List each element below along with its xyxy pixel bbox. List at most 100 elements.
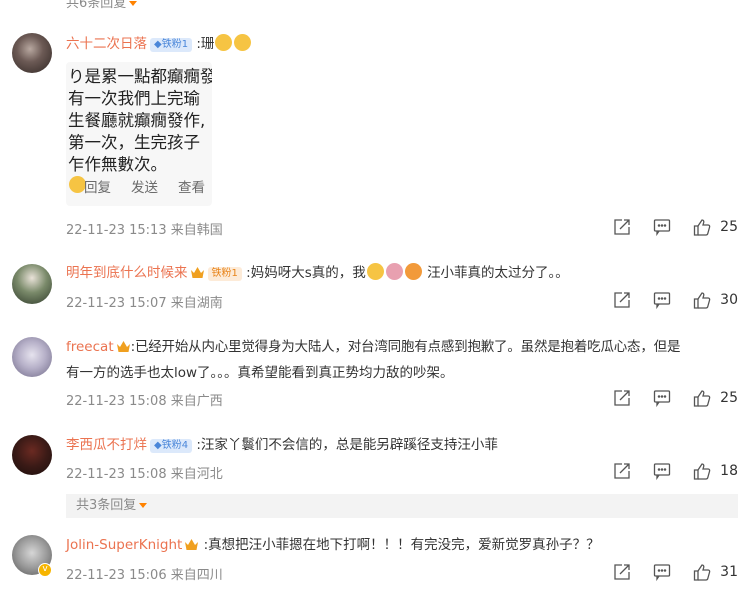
share-button[interactable] <box>612 461 632 481</box>
sad-emoji-icon <box>366 263 384 280</box>
comment-icon <box>654 463 671 481</box>
comment-button[interactable] <box>652 290 672 310</box>
chevron-down-icon <box>139 503 148 508</box>
comment-button[interactable] <box>652 562 672 582</box>
quoted-line: 有一次我們上完瑜 <box>68 89 200 108</box>
like-count: 25 <box>720 219 738 235</box>
comment-text: 汪小菲真的太过分了。。 <box>427 265 569 281</box>
comment-body: 六十二次日落 ◆铁粉1 :珊 <box>66 33 738 55</box>
username-link[interactable]: 六十二次日落 <box>66 36 147 52</box>
comment-button[interactable] <box>652 461 672 481</box>
username-link[interactable]: freecat <box>66 339 114 355</box>
top-more-replies-link[interactable]: 共6条回复 <box>66 0 138 11</box>
comment-actions: 30 <box>592 290 738 310</box>
comment-meta: 22-11-23 15:06 来自四川 <box>66 568 223 583</box>
comment-icon <box>654 292 671 310</box>
quoted-view-label: 查看 <box>178 180 205 196</box>
username-link[interactable]: 明年到底什么时候来 <box>66 265 188 281</box>
diamond-icon: ◆ <box>154 440 162 451</box>
fan-badge-label: 铁粉1 <box>211 268 238 279</box>
quoted-line: 第一次，生完孩子 <box>68 133 200 152</box>
like-icon <box>694 463 711 480</box>
angry-emoji-icon <box>404 263 422 280</box>
chevron-down-icon <box>129 1 138 6</box>
avatar[interactable] <box>12 264 52 304</box>
fan-badge-label: 铁粉4 <box>161 440 189 451</box>
fan-badge[interactable]: 铁粉1 <box>207 267 242 281</box>
like-icon <box>694 219 711 236</box>
like-button[interactable]: 31 <box>692 562 738 582</box>
more-replies-link[interactable]: 共3条回复 <box>66 494 738 518</box>
comment-actions: 31 <box>592 562 738 582</box>
fan-badge[interactable]: ◆铁粉1 <box>150 38 193 52</box>
share-button[interactable] <box>612 388 632 408</box>
more-replies-label: 共3条回复 <box>76 498 137 513</box>
comment-actions: 18 <box>592 461 738 481</box>
comment-text: :汪家丫鬟们不会信的，总是能另辟蹊径支持汪小菲 <box>196 437 498 453</box>
crown-icon <box>116 341 130 352</box>
avatar[interactable] <box>12 435 52 475</box>
pleading-face-emoji-icon <box>234 34 252 51</box>
share-icon <box>614 292 630 308</box>
comment-button[interactable] <box>652 217 672 237</box>
username-link[interactable]: Jolin-SuperKnight <box>66 537 182 553</box>
comment-text: :妈妈呀大s真的，我 <box>246 265 366 281</box>
like-icon <box>694 292 711 309</box>
avatar[interactable] <box>12 337 52 377</box>
comment-body: 李西瓜不打烊 ◆铁粉4 :汪家丫鬟们不会信的，总是能另辟蹊径支持汪小菲 <box>66 434 738 456</box>
like-icon <box>694 390 711 407</box>
crying-emoji-icon <box>385 263 403 280</box>
like-count: 18 <box>720 463 738 479</box>
like-count: 25 <box>720 390 738 406</box>
share-button[interactable] <box>612 217 632 237</box>
quoted-line-text: 乍作無數次。 <box>68 155 167 174</box>
like-button[interactable]: 25 <box>692 388 738 408</box>
comment-icon <box>654 219 671 237</box>
comment-icon <box>654 564 671 582</box>
quoted-reply-label: 回复 <box>84 180 111 196</box>
comment-text-line: :已经开始从内心里觉得身为大陆人，对台湾同胞有点感到抱歉了。虽然是抱着吃瓜心态，… <box>130 339 681 355</box>
share-button[interactable] <box>612 290 632 310</box>
fan-badge[interactable]: ◆铁粉4 <box>150 439 193 453</box>
like-count: 31 <box>720 564 738 580</box>
comment-body: freecat :已经开始从内心里觉得身为大陆人，对台湾同胞有点感到抱歉了。虽然是… <box>66 336 738 384</box>
comment-text-line: 有一方的选手也太low了。。。真希望能看到真正势均力敌的吵架。 <box>66 365 454 381</box>
quoted-text: り是累一點都癲癇發 有一次我們上完瑜 生餐廳就癲癇發作, 第一次，生完孩子 乍作… <box>66 66 212 193</box>
like-button[interactable]: 25 <box>692 217 738 237</box>
share-icon <box>614 463 630 479</box>
quoted-line: り是累一點都癲癇發 <box>68 67 212 86</box>
comment-icon <box>654 390 671 408</box>
share-icon <box>614 390 630 406</box>
comment-meta: 22-11-23 15:07 来自湖南 <box>66 296 223 311</box>
share-icon <box>614 219 630 235</box>
comment-body: 明年到底什么时候来 铁粉1 :妈妈呀大s真的，我 汪小菲真的太过分了。。 <box>66 262 738 284</box>
comment-actions: 25 <box>592 217 738 237</box>
share-button[interactable] <box>612 562 632 582</box>
comment-button[interactable] <box>652 388 672 408</box>
comment-meta: 22-11-23 15:13 来自韩国 <box>66 223 223 238</box>
comment-body: Jolin-SuperKnight :真想把汪小菲摁在地下打啊！！！有完没完，爱… <box>66 534 738 556</box>
quoted-actions: 回复 发送 查看 <box>84 176 212 196</box>
fan-badge-label: 铁粉1 <box>161 39 189 50</box>
top-more-replies-label: 共6条回复 <box>66 0 127 11</box>
comment-meta: 22-11-23 15:08 来自广西 <box>66 394 223 409</box>
crown-icon <box>185 539 199 550</box>
quoted-line: 生餐廳就癲癇發作, <box>68 111 206 130</box>
share-icon <box>614 564 630 580</box>
crown-icon <box>190 267 204 278</box>
verified-icon: v <box>38 563 52 577</box>
username-link[interactable]: 李西瓜不打烊 <box>66 437 147 453</box>
comment-text: :真想把汪小菲摁在地下打啊！！！有完没完，爱新觉罗真孙子？？ <box>203 537 600 553</box>
quoted-send-label: 发送 <box>131 180 158 196</box>
quoted-image-text[interactable]: り是累一點都癲癇發 有一次我們上完瑜 生餐廳就癲癇發作, 第一次，生完孩子 乍作… <box>66 62 212 206</box>
like-button[interactable]: 30 <box>692 290 738 310</box>
comment-meta: 22-11-23 15:08 来自河北 <box>66 467 223 482</box>
avatar[interactable] <box>12 33 52 73</box>
comment-text: :珊 <box>196 36 215 52</box>
comment-actions: 25 <box>592 388 738 408</box>
like-count: 30 <box>720 292 738 308</box>
like-button[interactable]: 18 <box>692 461 738 481</box>
pleading-face-emoji-icon <box>215 34 233 51</box>
diamond-icon: ◆ <box>154 39 162 50</box>
like-icon <box>694 564 711 581</box>
